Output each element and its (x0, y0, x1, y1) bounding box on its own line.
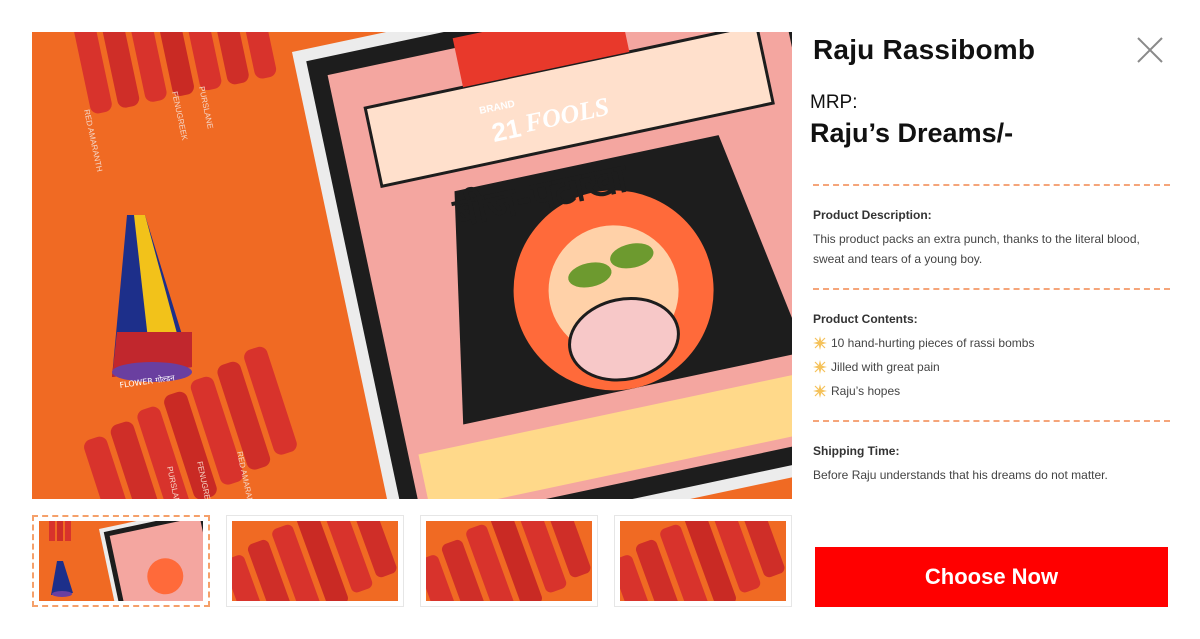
section-divider (813, 288, 1170, 290)
choose-now-button[interactable]: Choose Now (815, 547, 1168, 607)
thumbnail-3[interactable] (420, 515, 598, 607)
firecracker-box-illustration: BRAND 21 FOOLS बीज-पटाखा RED AMARANTH FE… (32, 32, 792, 499)
thumbnail-1[interactable] (32, 515, 210, 607)
contents-item-label: Raju’s hopes (831, 384, 901, 398)
box-number-text: 21 (489, 113, 524, 148)
contents-item-label: 10 hand-hurting pieces of rassi bombs (831, 336, 1035, 350)
section-divider (813, 420, 1170, 422)
thumbnail-sticks-image (232, 521, 398, 601)
description-heading: Product Description: (813, 208, 932, 222)
contents-item: Raju’s hopes (813, 383, 900, 399)
contents-heading: Product Contents: (813, 312, 918, 326)
thumbnail-strip (32, 515, 792, 607)
sparkle-icon (813, 336, 827, 350)
thumbnail-2[interactable] (226, 515, 404, 607)
shipping-heading: Shipping Time: (813, 444, 900, 458)
contents-item-label: Jilled with great pain (831, 360, 940, 374)
thumbnail-sticks-image (620, 521, 786, 601)
product-main-image: BRAND 21 FOOLS बीज-पटाखा RED AMARANTH FE… (32, 32, 792, 499)
thumbnail-sticks-image (426, 521, 592, 601)
sparkle-icon (813, 384, 827, 398)
sparkle-icon (813, 360, 827, 374)
thumbnail-4[interactable] (614, 515, 792, 607)
close-button[interactable] (1134, 34, 1166, 66)
shipping-text: Before Raju understands that his dreams … (813, 468, 1108, 482)
contents-item: 10 hand-hurting pieces of rassi bombs (813, 335, 1034, 351)
section-divider (813, 184, 1170, 186)
thumbnail-box-image (39, 521, 203, 601)
product-price: Raju’s Dreams/- (810, 118, 1014, 148)
description-text: This product packs an extra punch, thank… (813, 232, 1140, 266)
product-title: Raju Rassibomb (813, 34, 1036, 65)
contents-item: Jilled with great pain (813, 359, 940, 375)
mrp-label: MRP: (810, 92, 858, 113)
close-icon (1137, 37, 1163, 63)
